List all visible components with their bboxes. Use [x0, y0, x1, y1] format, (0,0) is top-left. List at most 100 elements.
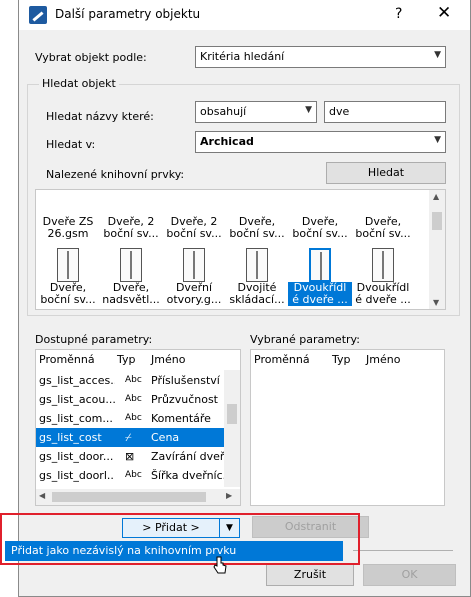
library-scrollbar[interactable]: ▲ ▼ — [429, 190, 445, 309]
find-names-operator-dropdown[interactable]: obsahují ▼ — [195, 101, 317, 123]
library-item-line2: é dveře ... — [355, 293, 411, 306]
library-item[interactable]: Dveře, boční sv... — [288, 216, 352, 240]
library-items-grid[interactable]: Dveře ZS 26.gsm Dveře, 2 boční sv... Dveře… — [35, 189, 446, 310]
close-button[interactable]: ✕ — [437, 3, 451, 23]
door-icon — [57, 248, 79, 282]
table-row[interactable]: gs_list_com... Abc Komentáře — [36, 409, 224, 428]
row-name: Šířka dveřníc... — [151, 469, 224, 482]
cancel-button[interactable]: Zrušit — [266, 564, 354, 586]
scroll-thumb[interactable] — [52, 492, 206, 502]
row-name: Zavírání dveří — [151, 450, 224, 463]
search-in-dropdown[interactable]: Archicad ▼ — [195, 131, 446, 153]
selected-params-list[interactable]: Proměnná Typ Jméno — [250, 349, 445, 506]
library-item[interactable]: Dvojité skládací... — [225, 248, 289, 306]
title-bar: Další parametry objektu ? ✕ — [19, 0, 470, 30]
table-row-selected[interactable]: gs_list_cost ⌿ Cena — [36, 428, 224, 447]
table-row[interactable]: gs_list_acces... Abc Příslušenství — [36, 371, 224, 390]
row-variable: gs_list_acou... — [39, 393, 115, 406]
scroll-thumb[interactable] — [227, 404, 237, 424]
row-name: Příslušenství — [151, 374, 220, 387]
library-item-selected[interactable]: Dvoukřídl é dveře ... — [288, 248, 352, 306]
text-type-icon: Abc — [125, 470, 142, 480]
scroll-down-icon[interactable]: ▼ — [433, 298, 439, 307]
selected-params-label: Vybrané parametry: — [250, 333, 360, 346]
row-variable: gs_list_door... — [39, 450, 114, 463]
column-header-type[interactable]: Typ — [117, 353, 136, 366]
row-name: Komentáře — [151, 412, 211, 425]
library-item[interactable]: Dveře, boční sv... — [36, 248, 100, 306]
library-item[interactable]: Dveře, 2 boční sv... — [99, 216, 163, 240]
dialog-window: Další parametry objektu ? ✕ Vybrat objek… — [18, 0, 471, 597]
library-item[interactable]: Dveře ZS 26.gsm — [36, 216, 100, 240]
door-icon — [120, 248, 142, 282]
library-item[interactable]: Dveřní otvory.g... — [162, 248, 226, 306]
found-items-label: Nalezené knihovní prvky: — [46, 168, 185, 181]
text-type-icon: Abc — [125, 394, 142, 404]
row-name: Cena — [151, 431, 180, 444]
select-by-value: Kritéria hledání — [200, 50, 285, 63]
library-item-line2: boční sv... — [229, 227, 285, 240]
add-button-label: > Přidat > — [142, 521, 200, 534]
library-item-line2: nadsvětl... — [102, 293, 160, 306]
column-header-name[interactable]: Jméno — [366, 353, 400, 366]
real-number-type-icon: ⌿ — [125, 431, 132, 444]
library-item[interactable]: Dveře, nadsvětl... — [99, 248, 163, 306]
column-header-variable[interactable]: Proměnná — [39, 353, 95, 366]
library-item-line2: boční sv... — [292, 227, 348, 240]
search-button[interactable]: Hledat — [326, 162, 446, 184]
column-header-type[interactable]: Typ — [332, 353, 351, 366]
table-row[interactable]: gs_list_acou... Abc Průzvučnost — [36, 390, 224, 409]
hand-cursor-icon — [213, 556, 227, 574]
library-item-line2: boční sv... — [40, 293, 96, 306]
find-names-label: Hledat názvy které: — [46, 110, 154, 123]
row-variable: gs_list_cost — [39, 431, 102, 444]
library-item-line2: é dveře ... — [292, 293, 348, 306]
available-params-list[interactable]: Proměnná Typ Jméno gs_list_acces... Abc Př… — [35, 349, 241, 506]
search-in-value: Archicad — [200, 135, 254, 148]
find-names-input[interactable]: dve — [324, 101, 446, 123]
help-button[interactable]: ? — [395, 6, 402, 22]
library-item[interactable]: Dvoukřídl é dveře ... — [351, 248, 415, 306]
row-variable: gs_list_doorl... — [39, 469, 115, 482]
find-object-group-title: Hledat objekt — [39, 77, 119, 90]
add-options-chevron-down-icon[interactable]: ▼ — [219, 519, 239, 537]
library-item-line2: otvory.g... — [166, 293, 222, 306]
scroll-up-icon[interactable]: ▲ — [433, 192, 439, 201]
double-door-icon — [309, 248, 331, 282]
available-params-vscrollbar[interactable] — [224, 370, 240, 487]
scroll-left-icon[interactable]: ◀ — [39, 491, 45, 500]
add-button[interactable]: > Přidat > ▼ — [122, 518, 240, 538]
row-variable: gs_list_com... — [39, 412, 113, 425]
door-opening-icon — [183, 248, 205, 282]
available-params-hscrollbar[interactable]: ◀ ▶ — [36, 489, 240, 505]
text-type-icon: Abc — [125, 413, 142, 423]
table-row[interactable]: gs_list_doorl... Abc Šířka dveřníc... — [36, 466, 224, 485]
library-item-line2: skládací... — [229, 293, 285, 306]
column-header-name[interactable]: Jméno — [151, 353, 185, 366]
remove-button[interactable]: Odstranit — [252, 516, 369, 538]
divider — [353, 550, 453, 551]
library-item[interactable]: Dveře, 2 boční sv... — [162, 216, 226, 240]
select-by-label: Vybrat objekt podle: — [35, 51, 147, 64]
window-title: Další parametry objektu — [55, 7, 201, 21]
chevron-down-icon: ▼ — [434, 50, 441, 60]
library-item-line2: boční sv... — [103, 227, 159, 240]
select-by-dropdown[interactable]: Kritéria hledání ▼ — [195, 46, 446, 68]
search-in-label: Hledat v: — [46, 138, 96, 151]
scroll-thumb[interactable] — [432, 212, 442, 230]
column-header-variable[interactable]: Proměnná — [254, 353, 310, 366]
chevron-down-icon: ▼ — [434, 135, 441, 145]
library-item[interactable]: Dveře, boční sv... — [351, 216, 415, 240]
available-params-label: Dostupné parametry: — [35, 333, 153, 346]
folding-door-icon — [246, 248, 268, 282]
table-row[interactable]: gs_list_door... ⊠ Zavírání dveří — [36, 447, 224, 466]
library-item[interactable]: Dveře, boční sv... — [225, 216, 289, 240]
add-independent-menu-item[interactable]: Přidat jako nezávislý na knihovním prvku — [5, 541, 343, 561]
library-item-line2: 26.gsm — [47, 227, 89, 240]
scroll-right-icon[interactable]: ▶ — [226, 491, 232, 500]
ok-button[interactable]: OK — [363, 564, 456, 586]
boolean-type-icon: ⊠ — [125, 450, 135, 463]
library-item-line2: boční sv... — [166, 227, 222, 240]
library-item-line2: boční sv... — [355, 227, 411, 240]
find-names-operator-value: obsahují — [200, 105, 247, 118]
